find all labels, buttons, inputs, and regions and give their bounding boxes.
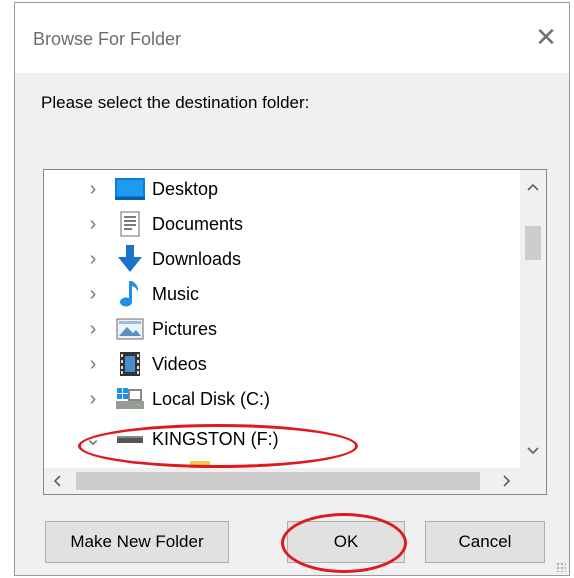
expand-chevron-icon[interactable]: › [86,312,100,346]
usb-drive-icon [114,424,146,454]
tree-item-music[interactable]: › Music [44,277,520,311]
documents-icon [114,209,146,239]
downloads-icon [114,244,146,274]
tree-item-label: Videos [152,353,207,374]
expand-chevron-icon[interactable]: › [86,207,100,241]
videos-icon [114,349,146,379]
local-disk-icon [114,384,146,414]
vertical-scrollbar[interactable] [520,170,546,468]
tree-item-kingston-f[interactable]: ⌄ KINGSTON (F:) [44,422,520,456]
cancel-button[interactable]: Cancel [425,521,545,563]
browse-for-folder-dialog: Browse For Folder ✕ Please select the de… [14,2,570,576]
make-new-folder-button[interactable]: Make New Folder [45,521,229,563]
folder-icon [184,451,216,468]
tree-item-label: Downloads [152,248,242,269]
tree-item-documents[interactable]: › Documents [44,207,520,241]
ok-button[interactable]: OK [287,521,405,563]
music-icon [114,279,146,309]
prompt-text: Please select the destination folder: [41,93,310,112]
expand-chevron-icon[interactable]: › [86,347,100,381]
tree-item-downloads[interactable]: › Downloads [44,242,520,276]
tree-item-label: Pictures [152,318,218,339]
tree-item-partial [44,457,520,468]
scrollbar-corner [520,468,546,494]
desktop-icon [114,174,146,204]
tree-item-local-disk-c[interactable]: › Local Disk (C:) [44,382,520,416]
horizontal-scrollbar[interactable] [44,468,520,494]
folder-tree[interactable]: › Desktop › Documents › Downloads › Musi… [43,169,547,495]
resize-grip-icon[interactable] [556,562,566,572]
expand-chevron-icon[interactable]: › [86,277,100,311]
scroll-left-icon[interactable] [44,468,70,494]
horizontal-scroll-thumb[interactable] [76,472,480,490]
tree-item-desktop[interactable]: › Desktop [44,172,520,206]
collapse-chevron-icon[interactable]: ⌄ [85,422,102,456]
dialog-title: Browse For Folder [33,29,182,49]
pictures-icon [114,314,146,344]
close-button[interactable]: ✕ [523,17,569,57]
scroll-up-icon[interactable] [520,174,546,200]
folder-tree-items: › Desktop › Documents › Downloads › Musi… [44,170,520,468]
tree-item-label: Music [152,283,200,304]
tree-item-label: Desktop [152,178,219,199]
scroll-down-icon[interactable] [520,438,546,464]
title-bar: Browse For Folder ✕ [15,3,569,73]
expand-chevron-icon[interactable]: › [86,172,100,206]
vertical-scroll-thumb[interactable] [525,226,541,260]
scroll-right-icon[interactable] [494,468,520,494]
expand-chevron-icon[interactable]: › [86,382,100,416]
tree-item-pictures[interactable]: › Pictures [44,312,520,346]
tree-item-label: KINGSTON (F:) [152,428,279,449]
expand-chevron-icon[interactable]: › [86,242,100,276]
tree-item-label: Local Disk (C:) [152,388,271,409]
close-icon: ✕ [535,21,557,52]
tree-item-videos[interactable]: › Videos [44,347,520,381]
tree-item-label: Documents [152,213,244,234]
